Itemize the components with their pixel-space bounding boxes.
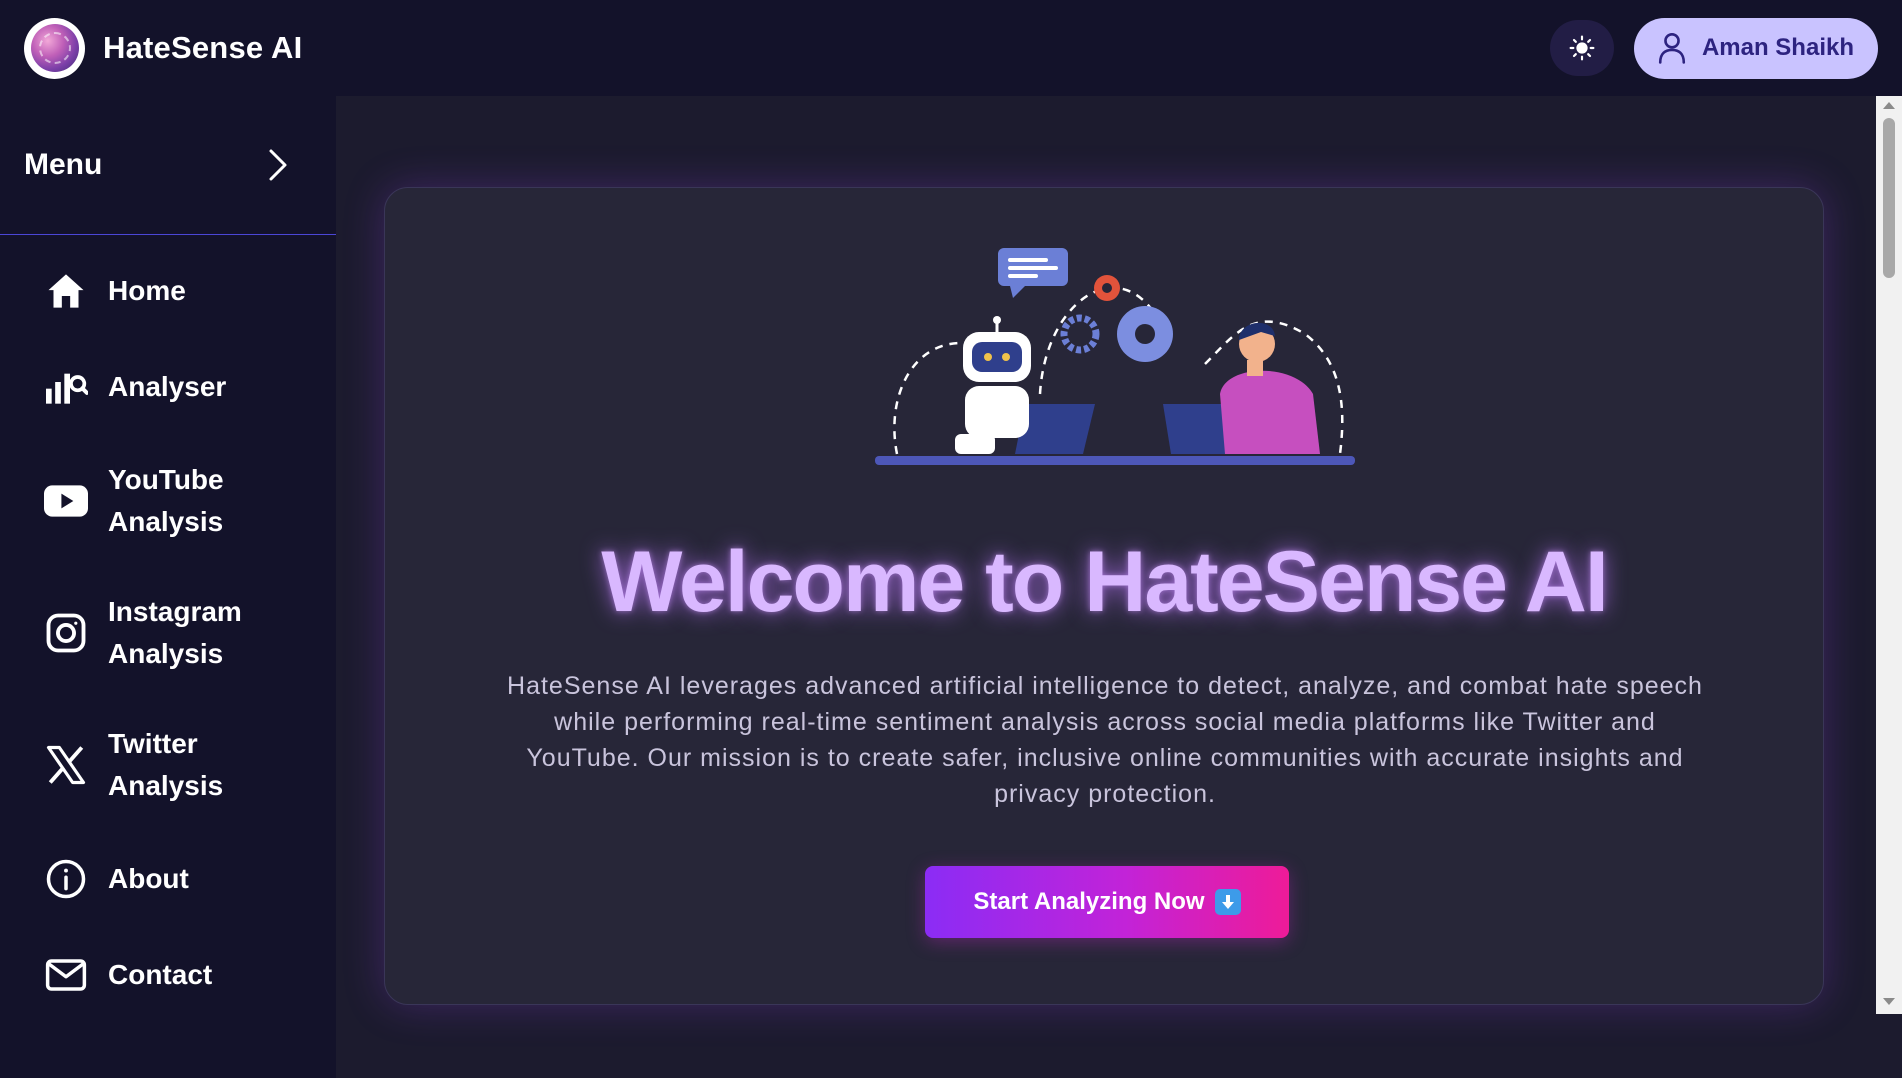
hero-description: HateSense AI leverages advanced artifici…	[507, 672, 1703, 808]
main-content: Welcome to HateSense AI HateSense AI lev…	[336, 96, 1880, 1078]
scroll-down-arrow-icon[interactable]	[1883, 998, 1895, 1005]
sidebar-item-twitter-analysis[interactable]: Twitter Analysis	[0, 699, 336, 831]
info-icon	[44, 858, 88, 900]
page-scrollbar[interactable]	[1876, 96, 1902, 1078]
sidebar-item-label: Twitter Analysis	[108, 728, 224, 801]
sidebar: Menu Home Analyser YouTube Analysis Inst…	[0, 96, 336, 1078]
mail-icon	[44, 957, 88, 993]
sidebar-item-instagram-analysis[interactable]: Instagram Analysis	[0, 567, 336, 699]
youtube-icon	[44, 483, 88, 519]
brain-logo-icon	[24, 17, 85, 79]
sidebar-item-label: Analyser	[108, 371, 227, 402]
sidebar-item-about[interactable]: About	[0, 831, 336, 927]
chevron-right-icon[interactable]	[266, 147, 290, 183]
sidebar-item-label: About	[108, 863, 189, 894]
instagram-icon	[44, 612, 88, 654]
scroll-up-arrow-icon[interactable]	[1883, 102, 1895, 109]
robot-and-human-working-illustration	[875, 248, 1355, 465]
sidebar-item-label: YouTube Analysis	[108, 464, 224, 537]
user-profile-button[interactable]: Aman Shaikh	[1633, 17, 1878, 79]
scrollbar-gap	[1876, 1014, 1902, 1078]
sidebar-item-label: Contact	[108, 959, 213, 990]
sidebar-item-label: Home	[108, 275, 186, 306]
sidebar-nav: Home Analyser YouTube Analysis Instagram…	[0, 235, 336, 1023]
hero-card: Welcome to HateSense AI HateSense AI lev…	[384, 187, 1824, 1005]
sidebar-item-label: Instagram Analysis	[108, 596, 242, 669]
start-analyzing-button[interactable]: Start Analyzing Now	[925, 866, 1289, 938]
theme-toggle-button[interactable]	[1549, 20, 1614, 76]
user-name: Aman Shaikh	[1701, 34, 1854, 61]
menu-header: Menu	[0, 96, 336, 235]
home-icon	[44, 271, 88, 311]
scroll-thumb[interactable]	[1883, 118, 1895, 278]
hero-title: Welcome to HateSense AI	[601, 534, 1608, 630]
header-actions: Aman Shaikh	[1549, 17, 1878, 79]
x-twitter-icon	[44, 744, 88, 786]
sidebar-item-contact[interactable]: Contact	[0, 927, 336, 1023]
user-icon	[1658, 32, 1686, 64]
sidebar-item-home[interactable]: Home	[0, 243, 336, 339]
down-arrow-emoji-icon	[1214, 889, 1241, 915]
brand-name: HateSense AI	[103, 30, 303, 65]
cta-label: Start Analyzing Now	[973, 888, 1205, 915]
brand[interactable]: HateSense AI	[24, 17, 303, 79]
top-header: HateSense AI Aman Shaikh	[0, 0, 1902, 96]
menu-title: Menu	[24, 148, 103, 181]
bar-chart-search-icon	[44, 367, 88, 407]
sidebar-item-youtube-analysis[interactable]: YouTube Analysis	[0, 435, 336, 567]
sun-icon	[1569, 35, 1595, 61]
sidebar-item-analyser[interactable]: Analyser	[0, 339, 336, 435]
